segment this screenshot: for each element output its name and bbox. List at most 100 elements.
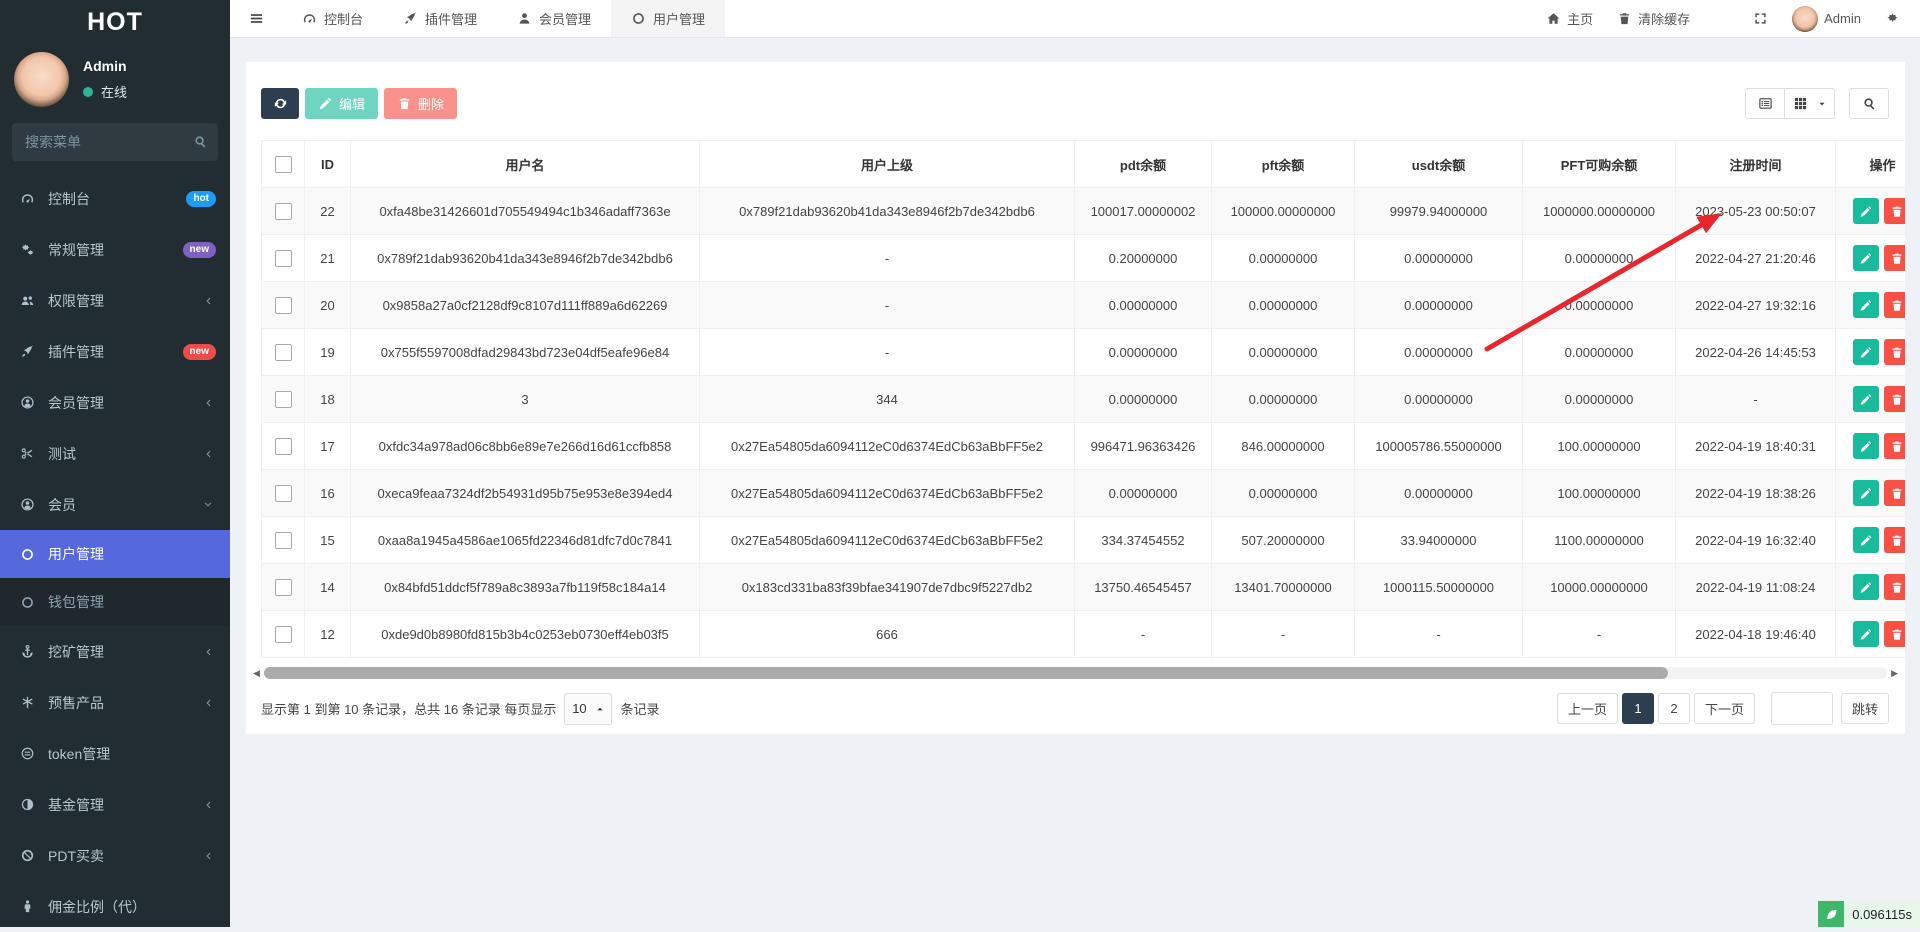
sidebar-toggle-button[interactable]	[230, 0, 282, 37]
sidebar-item-token[interactable]: token管理	[0, 728, 230, 779]
row-actions-cell	[1836, 235, 1906, 282]
edit-button[interactable]: 编辑	[305, 88, 378, 119]
tab-addon[interactable]: 插件管理	[383, 0, 497, 37]
menu-search-input[interactable]	[12, 123, 218, 161]
column-header: 用户上级	[700, 141, 1075, 188]
row-actions-cell	[1836, 423, 1906, 470]
cell: -	[1523, 611, 1676, 658]
sidebar-item-mining[interactable]: 挖矿管理	[0, 626, 230, 677]
row-delete-button[interactable]	[1884, 292, 1905, 318]
caret-down-icon	[1814, 99, 1827, 109]
clear-cache-link[interactable]: 清除缓存	[1617, 9, 1690, 28]
page-jump-button[interactable]: 跳转	[1841, 693, 1889, 724]
row-edit-button[interactable]	[1853, 480, 1879, 506]
male-icon	[20, 899, 48, 914]
sidebar-item-user-manage[interactable]: 用户管理	[0, 530, 230, 578]
row-delete-button[interactable]	[1884, 339, 1905, 365]
row-checkbox[interactable]	[275, 485, 292, 502]
row-checkbox[interactable]	[275, 203, 292, 220]
sidebar-item-console[interactable]: 控制台hot	[0, 173, 230, 224]
row-checkbox[interactable]	[275, 626, 292, 643]
prev-page-button[interactable]: 上一页	[1557, 693, 1618, 724]
sidebar-item-general[interactable]: 常规管理new	[0, 224, 230, 275]
row-checkbox[interactable]	[275, 532, 292, 549]
sidebar-item-pdt[interactable]: PDT买卖	[0, 830, 230, 881]
refresh-button[interactable]	[261, 88, 299, 119]
bars-icon	[249, 11, 264, 26]
adjust-icon	[20, 797, 48, 812]
row-checkbox[interactable]	[275, 344, 292, 361]
select-all-checkbox[interactable]	[275, 156, 292, 173]
row-edit-button[interactable]	[1853, 386, 1879, 412]
row-edit-button[interactable]	[1853, 527, 1879, 553]
fullscreen-button[interactable]	[1753, 11, 1768, 26]
next-page-button[interactable]: 下一页	[1694, 693, 1755, 724]
row-checkbox-cell	[262, 376, 305, 423]
scroll-left-arrow-icon[interactable]: ◀	[253, 668, 260, 679]
chevron-down-icon	[202, 499, 216, 511]
row-edit-button[interactable]	[1853, 621, 1879, 647]
row-delete-button[interactable]	[1884, 574, 1905, 600]
sidebar-item-fund[interactable]: 基金管理	[0, 779, 230, 830]
page-size-select[interactable]: 10	[564, 693, 612, 725]
cell: 0.00000000	[1355, 282, 1523, 329]
tab-member[interactable]: 会员管理	[497, 0, 611, 37]
row-checkbox[interactable]	[275, 250, 292, 267]
row-delete-button[interactable]	[1884, 386, 1905, 412]
scroll-right-arrow-icon[interactable]: ▶	[1891, 668, 1898, 679]
trash-icon	[1617, 11, 1632, 26]
row-edit-button[interactable]	[1853, 339, 1879, 365]
search-icon	[193, 134, 208, 149]
row-delete-button[interactable]	[1884, 621, 1905, 647]
language-switch-button[interactable]	[1714, 11, 1729, 26]
sidebar-item-label: 挖矿管理	[48, 642, 202, 662]
cell: 13750.46545457	[1075, 564, 1212, 611]
row-checkbox[interactable]	[275, 438, 292, 455]
row-checkbox[interactable]	[275, 391, 292, 408]
sidebar-item-label: 测试	[48, 444, 202, 464]
sidebar-item-member[interactable]: 会员	[0, 479, 230, 530]
row-checkbox[interactable]	[275, 579, 292, 596]
search-toggle-button[interactable]	[1849, 88, 1889, 119]
row-checkbox[interactable]	[275, 297, 292, 314]
tab-console[interactable]: 控制台	[282, 0, 383, 37]
sidebar-item-wallet-manage[interactable]: 钱包管理	[0, 578, 230, 626]
row-delete-button[interactable]	[1884, 480, 1905, 506]
cell: 0.00000000	[1212, 282, 1355, 329]
sidebar-item-commission[interactable]: 佣金比例（代）	[0, 881, 230, 932]
delete-button[interactable]: 删除	[384, 88, 457, 119]
avatar	[1792, 6, 1818, 32]
columns-dropdown-button[interactable]	[1785, 88, 1835, 119]
page-jump-input[interactable]	[1771, 692, 1833, 725]
cell: 21	[305, 235, 351, 282]
sidebar-item-test[interactable]: 测试	[0, 428, 230, 479]
row-delete-button[interactable]	[1884, 198, 1905, 224]
row-delete-button[interactable]	[1884, 245, 1905, 271]
scrollbar-thumb[interactable]	[264, 667, 1668, 679]
sidebar-item-member-admin[interactable]: 会员管理	[0, 377, 230, 428]
cell: 0xfa48be31426601d705549494c1b346adaff736…	[351, 188, 700, 235]
settings-gear-icon[interactable]	[1885, 11, 1900, 26]
sidebar-item-auth[interactable]: 权限管理	[0, 275, 230, 326]
circle-o-icon	[20, 547, 48, 562]
cell: 2022-04-19 18:38:26	[1676, 470, 1836, 517]
sidebar-item-presale[interactable]: 预售产品	[0, 677, 230, 728]
home-link[interactable]: 主页	[1546, 9, 1593, 28]
cell: 0.00000000	[1355, 376, 1523, 423]
row-edit-button[interactable]	[1853, 245, 1879, 271]
row-delete-button[interactable]	[1884, 433, 1905, 459]
page-button-1[interactable]: 1	[1622, 693, 1654, 724]
cell: 0.00000000	[1075, 282, 1212, 329]
sidebar-item-addon[interactable]: 插件管理new	[0, 326, 230, 377]
row-edit-button[interactable]	[1853, 198, 1879, 224]
user-menu[interactable]: Admin	[1792, 6, 1861, 32]
gear-icon	[1885, 11, 1900, 26]
row-delete-button[interactable]	[1884, 527, 1905, 553]
toggle-view-button[interactable]	[1745, 88, 1785, 119]
page-button-2[interactable]: 2	[1658, 693, 1690, 724]
row-edit-button[interactable]	[1853, 574, 1879, 600]
sidebar-item-label: 权限管理	[48, 291, 202, 311]
row-edit-button[interactable]	[1853, 292, 1879, 318]
row-edit-button[interactable]	[1853, 433, 1879, 459]
tab-user-manage[interactable]: 用户管理	[611, 0, 725, 37]
